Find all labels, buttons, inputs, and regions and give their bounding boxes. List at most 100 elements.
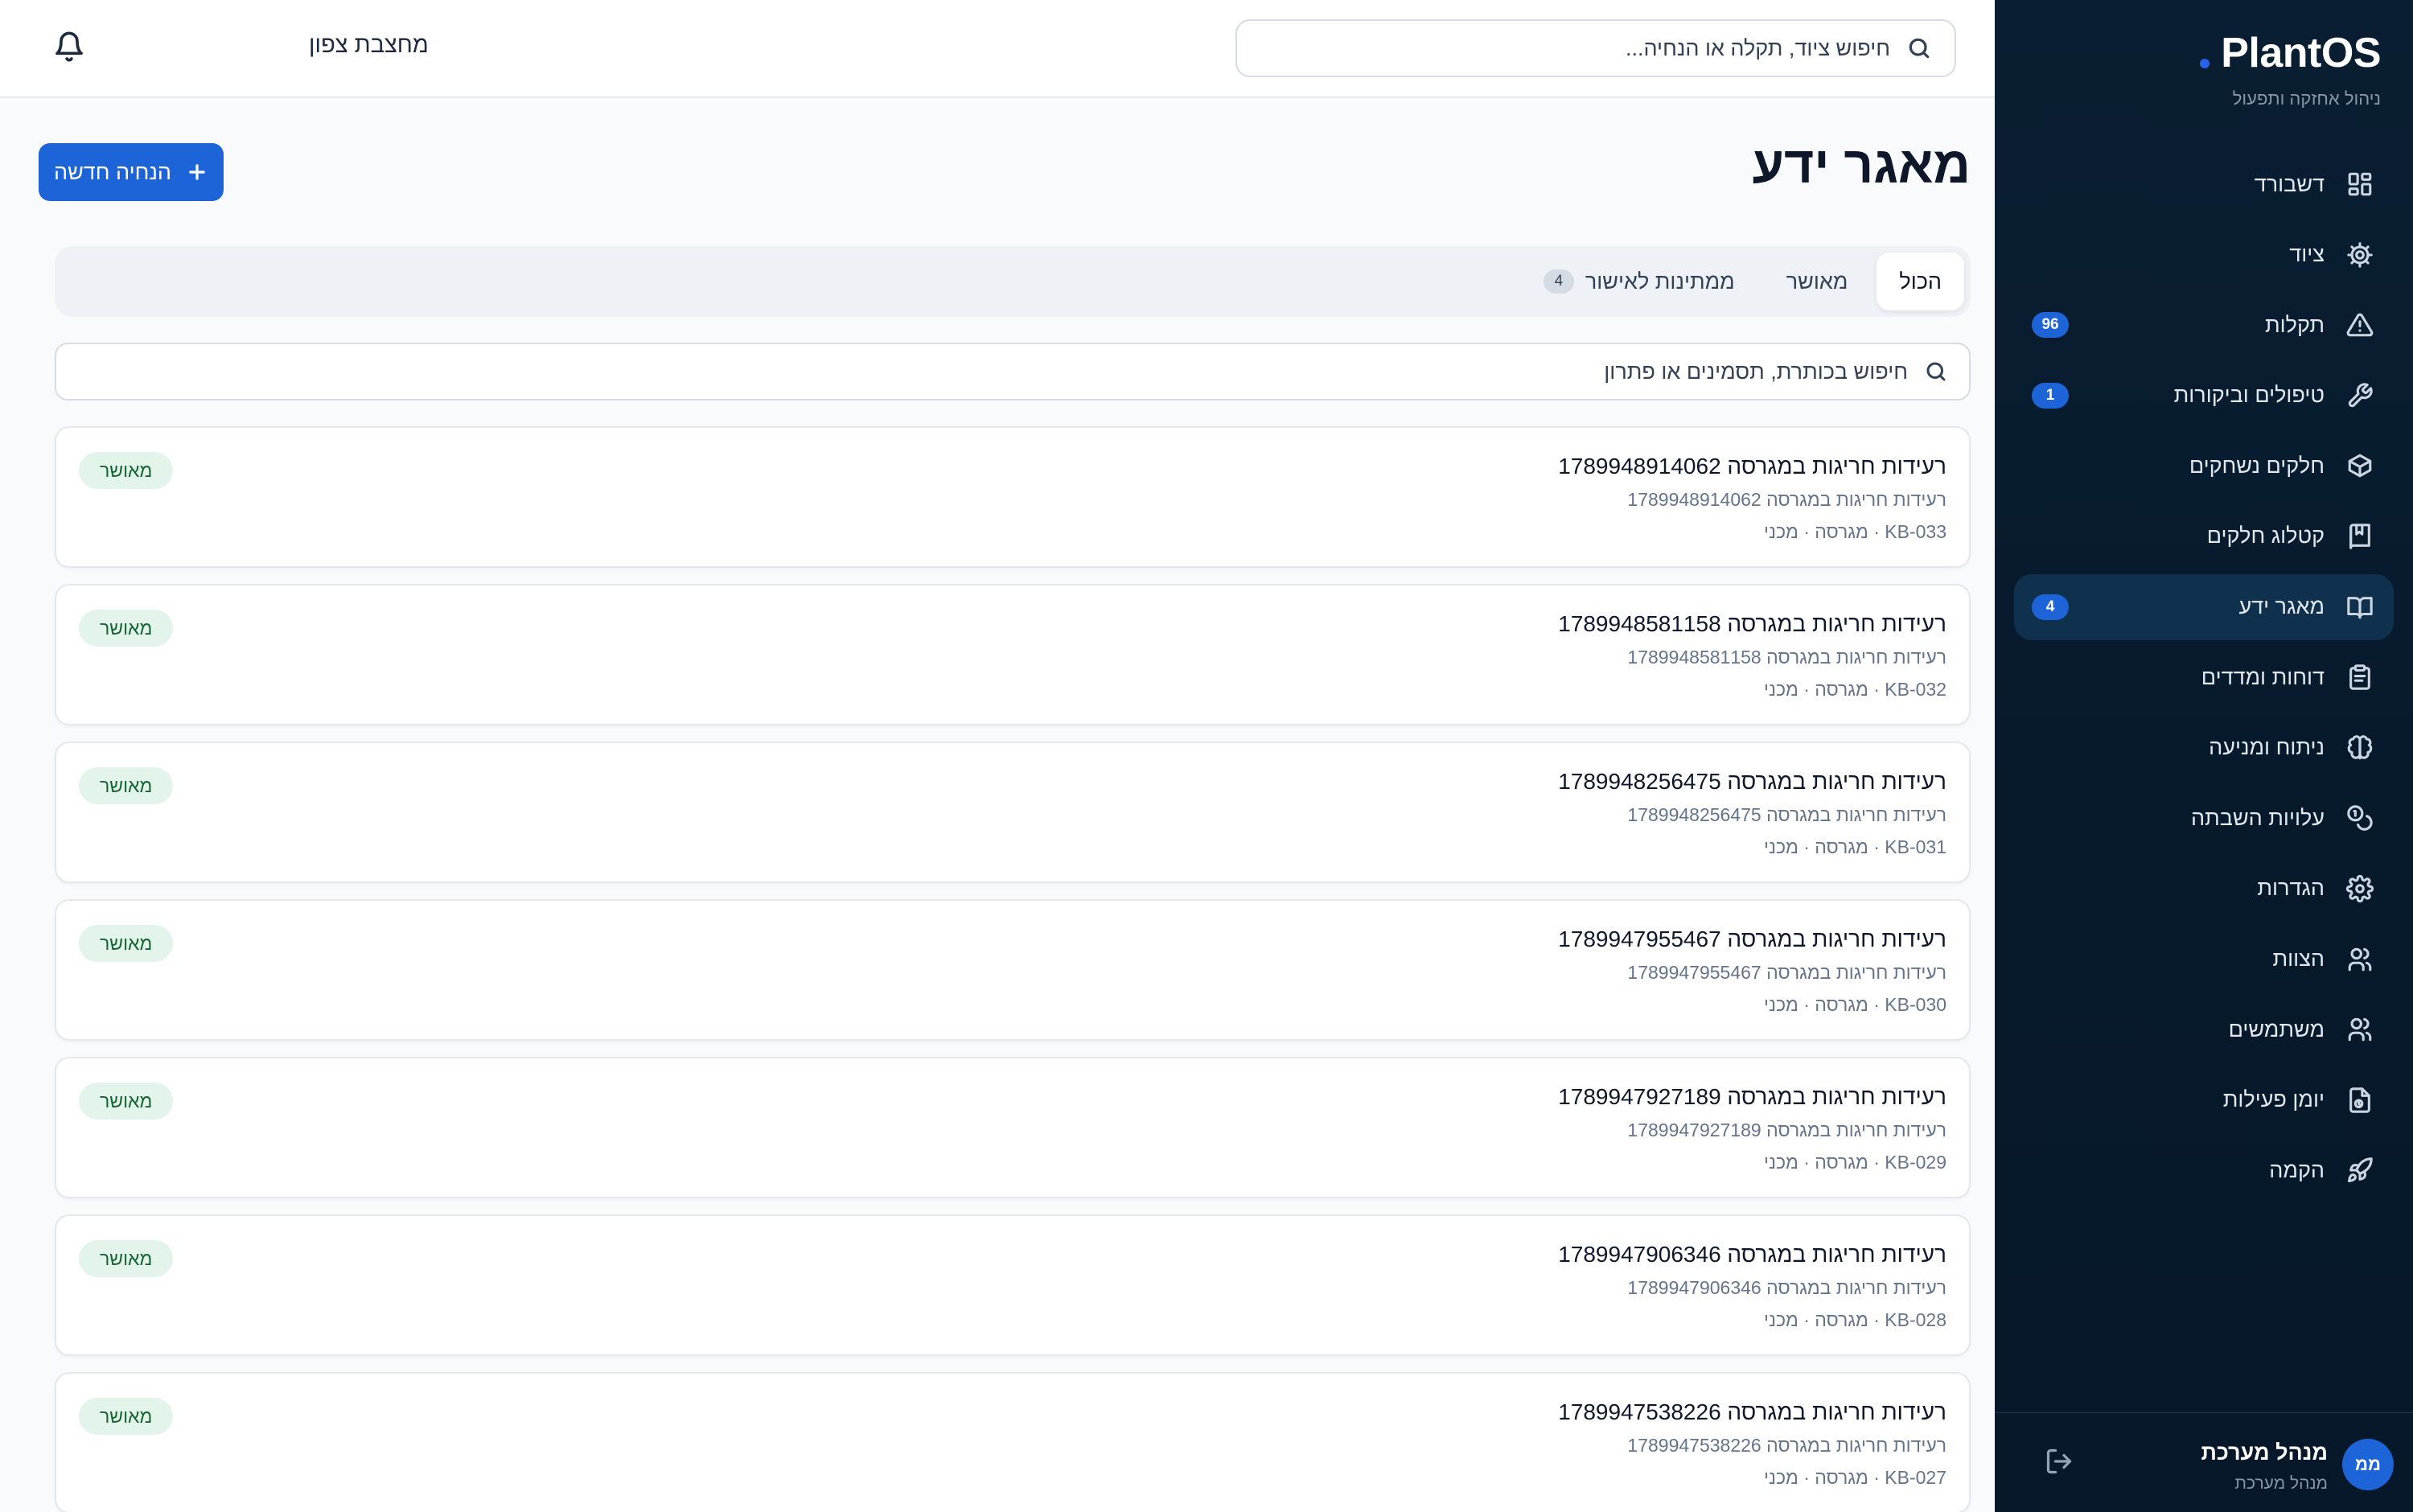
activity-log-icon [2344,1084,2376,1116]
sidebar-item-12[interactable]: משתמשים [2014,996,2394,1062]
knowledge-card[interactable]: רעידות חריגות במגרסה 1789947538226 רעידות… [55,1372,1971,1512]
sidebar-item-14[interactable]: הקמה [2014,1137,2394,1203]
tab-count-badge: 4 [1543,269,1574,294]
sidebar-item-label: דוחות ומדדים [2201,664,2325,689]
knowledge-card[interactable]: רעידות חריגות במגרסה 1789948581158 רעידות… [55,584,1971,725]
list-search[interactable] [55,343,1971,401]
tab-1[interactable]: מאושר [1764,253,1871,310]
rocket-icon [2344,1154,2376,1186]
sidebar-item-label: מאגר ידע [2238,594,2325,619]
sidebar-item-0[interactable]: דשבורד [2014,151,2394,217]
brand: PlantOS ניהול אחזקה ותפעול [2200,29,2381,109]
search-icon [1926,362,1946,381]
new-guideline-label: הנחיה חדשה [53,159,172,184]
sidebar-item-8[interactable]: ניתוח ומניעה [2014,715,2394,781]
coins-icon [2344,802,2376,834]
card-title: רעידות חריגות במגרסה 1789947538226 [1558,1399,1946,1424]
sidebar-item-6[interactable]: מאגר ידע 4 [2014,573,2394,640]
open-book-icon [2344,591,2376,623]
catalog-book-icon [2344,520,2376,553]
search-icon [1909,38,1930,59]
count-badge: 96 [2032,312,2069,339]
card-title: רעידות חריגות במגרסה 1789948256475 [1558,769,1946,794]
sidebar-item-label: יומן פעילות [2222,1087,2325,1112]
team-icon [2344,943,2376,976]
topbar: מחצבת צפון [0,0,1995,98]
sidebar-item-label: חלקים נשחקים [2189,453,2325,478]
user-panel: ממ מנהל מערכת מנהל מערכת [1995,1412,2413,1512]
sidebar-item-4[interactable]: חלקים נשחקים [2014,433,2394,499]
sidebar-item-9[interactable]: עלויות השבתה [2014,785,2394,851]
card-title: רעידות חריגות במגרסה 1789948581158 [1558,611,1946,636]
count-badge: 4 [2032,594,2069,620]
avatar[interactable]: ממ [2342,1439,2394,1490]
card-description: רעידות חריגות במגרסה 1789947538226 [1627,1435,1946,1456]
card-title: רעידות חריגות במגרסה 1789947955467 [1558,927,1946,951]
status-badge: מאושר [79,1398,174,1435]
site-selector[interactable]: מחצבת צפון [309,32,429,59]
card-meta: KB-033 · מגרסה · מכני [1764,521,1946,542]
card-description: רעידות חריגות במגרסה 1789948914062 [1627,489,1946,510]
status-badge: מאושר [79,1083,174,1120]
sidebar-item-label: דשבורד [2254,171,2325,196]
sidebar-item-2[interactable]: תקלות 96 [2014,292,2394,358]
global-search-input[interactable] [1263,35,1890,61]
sidebar-item-label: עלויות השבתה [2191,805,2325,830]
card-description: רעידות חריגות במגרסה 1789947906346 [1627,1277,1946,1298]
sidebar-item-11[interactable]: הצוות [2014,927,2394,992]
status-badge: מאושר [79,925,174,962]
grid-icon [2344,168,2376,200]
plus-icon [189,164,205,180]
sidebar-item-13[interactable]: יומן פעילות [2014,1067,2394,1133]
sidebar-item-10[interactable]: הגדרות [2014,856,2394,922]
sidebar-item-label: משתמשים [2228,1017,2325,1042]
bell-icon[interactable] [50,31,85,66]
user-name: מנהל מערכת [2201,1440,2328,1465]
card-meta: KB-030 · מגרסה · מכני [1764,994,1946,1015]
card-meta: KB-032 · מגרסה · מכני [1764,679,1946,700]
sidebar-item-label: הגדרות [2257,876,2325,901]
tab-0[interactable]: הכול [1877,253,1964,310]
card-title: רעידות חריגות במגרסה 1789947906346 [1558,1242,1946,1267]
knowledge-card[interactable]: רעידות חריגות במגרסה 1789948256475 רעידות… [55,742,1971,883]
card-meta: KB-029 · מגרסה · מכני [1764,1152,1946,1173]
settings-cog-icon [2344,873,2376,905]
wrench-icon [2344,380,2376,412]
knowledge-card[interactable]: רעידות חריגות במגרסה 1789947906346 רעידות… [55,1214,1971,1356]
status-badge: מאושר [79,452,174,489]
brand-name: PlantOS [2221,30,2381,76]
user-role: מנהל מערכת [2234,1474,2328,1493]
clipboard-icon [2344,661,2376,693]
users-icon [2344,1013,2376,1046]
list-search-input[interactable] [138,359,1908,384]
status-badge: מאושר [79,1240,174,1277]
sidebar-item-5[interactable]: קטלוג חלקים [2014,503,2394,569]
card-meta: KB-027 · מגרסה · מכני [1764,1467,1946,1488]
card-description: רעידות חריגות במגרסה 1789947955467 [1627,962,1946,983]
new-guideline-button[interactable]: הנחיה חדשה [39,143,224,201]
knowledge-card[interactable]: רעידות חריגות במגרסה 1789947955467 רעידות… [55,899,1971,1041]
knowledge-card[interactable]: רעידות חריגות במגרסה 1789948914062 רעידות… [55,426,1971,568]
global-search[interactable] [1235,19,1956,77]
sidebar-item-3[interactable]: טיפולים וביקורות 1 [2014,363,2394,429]
sidebar-item-label: טיפולים וביקורות [2173,383,2325,408]
logout-icon[interactable] [2041,1447,2074,1479]
tab-label: מאושר [1786,269,1848,294]
knowledge-card[interactable]: רעידות חריגות במגרסה 1789947927189 רעידות… [55,1057,1971,1198]
tab-2[interactable]: ממתינות לאישור 4 [1521,253,1757,310]
brand-dot-icon [2200,59,2210,68]
filter-tabs: הכול מאושר ממתינות לאישור 4 [55,246,1971,317]
status-badge: מאושר [79,767,174,804]
tab-label: הכול [1899,269,1942,294]
sidebar-item-7[interactable]: דוחות ומדדים [2014,644,2394,710]
knowledge-list: רעידות חריגות במגרסה 1789948914062 רעידות… [55,426,1971,1512]
sidebar-item-label: הקמה [2269,1157,2325,1182]
card-description: רעידות חריגות במגרסה 1789947927189 [1627,1120,1946,1140]
sidebar-item-1[interactable]: ציוד [2014,222,2394,288]
count-badge: 1 [2032,382,2069,409]
box-icon [2344,450,2376,482]
sidebar-item-label: הצוות [2272,947,2325,972]
sidebar-item-label: ציוד [2289,242,2325,267]
card-meta: KB-028 · מגרסה · מכני [1764,1309,1946,1330]
card-description: רעידות חריגות במגרסה 1789948581158 [1627,647,1946,668]
